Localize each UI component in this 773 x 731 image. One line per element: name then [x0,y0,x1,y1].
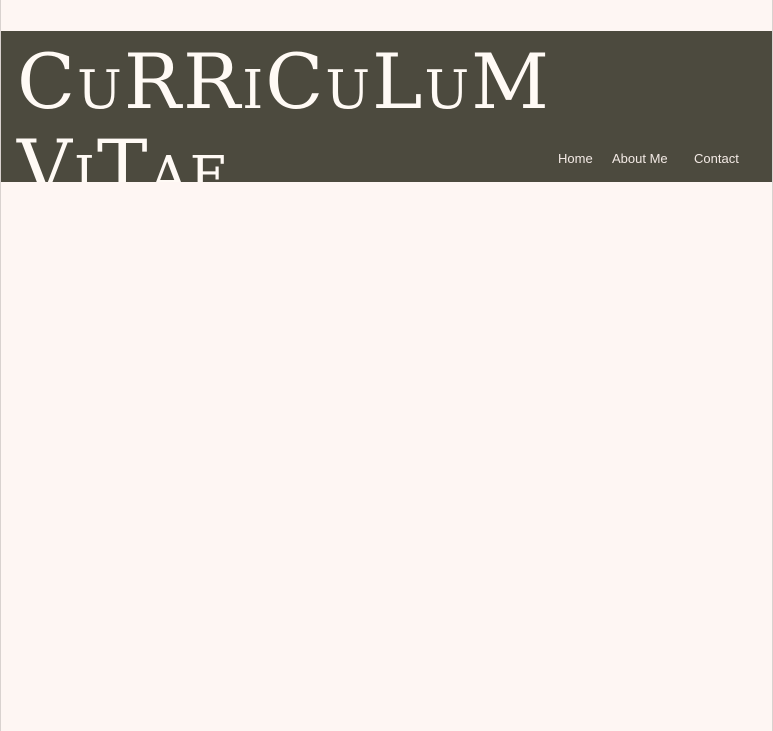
main-navigation: Home About Me Contact [546,150,761,168]
page: CuRRiCuLuM ViTae Home About Me Contact [0,0,773,731]
site-title: CuRRiCuLuM ViTae [17,37,551,183]
nav-about-me-link[interactable]: About Me [612,150,668,168]
top-spacer [1,0,772,31]
main-content-area [1,182,772,731]
nav-home-link[interactable]: Home [558,150,593,168]
nav-contact-link[interactable]: Contact [694,150,739,168]
site-header: CuRRiCuLuM ViTae Home About Me Contact [1,31,772,182]
